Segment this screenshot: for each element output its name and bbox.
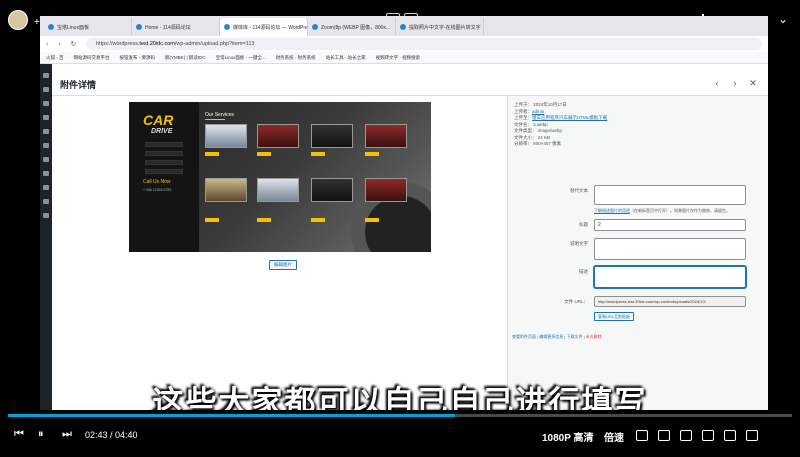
tab-strip: 宝塔Linux面板 Home - 114源码论坛 媒体库 - 114源码论坛 — W…: [40, 16, 768, 36]
address-bar-row: ‹ › ↻ https://wordpress. test.20idc.com/w…: [40, 36, 768, 52]
next-icon[interactable]: ⏭: [62, 428, 72, 441]
alt-help-text: （在新标签页中打开）。如果图片仅作为装饰，请留空。: [630, 208, 730, 213]
bookmark-item[interactable]: 火狐 - 百: [46, 55, 64, 61]
player-right-icons: [636, 428, 768, 446]
danmaku-icon[interactable]: [636, 430, 648, 441]
edit-image-button[interactable]: 编辑图片: [269, 260, 297, 270]
attachment-actions: 查看附件页面 | 编辑更多信息 | 下载文件 | 永久删除: [512, 334, 602, 339]
browser-window: 宝塔Linux面板 Home - 114源码论坛 媒体库 - 114源码论坛 — W…: [40, 16, 768, 410]
browser-tab[interactable]: Zoom(8p (WEBP 图像，800x...: [308, 18, 396, 36]
attachment-meta: 上传于： 2024年10月17日 上传者：admin 上传至：租车应用程序汽车展…: [514, 102, 607, 148]
description-field[interactable]: [594, 266, 746, 288]
preview-services-title: Our Services: [205, 112, 234, 118]
time-display: 02:43 / 04:40: [85, 430, 138, 440]
preview-call-title: Call Us Now: [143, 179, 171, 185]
widescreen-icon[interactable]: [724, 430, 736, 441]
preview-logo-car: CAR: [143, 112, 174, 128]
bookmark-item[interactable]: 视频转文字 - 视频搜索: [376, 55, 421, 61]
nav-buttons[interactable]: ‹ › ↻: [46, 40, 86, 48]
quality-selector[interactable]: 1080P 高清: [542, 429, 594, 444]
preview-services: Our Services: [199, 102, 431, 252]
tab-label: 宝塔Linux面板: [57, 24, 89, 31]
bookmark-item[interactable]: 宝塔Linux面板 - 一键全...: [216, 55, 266, 61]
bookmark-item[interactable]: 网站源码交易平台: [74, 55, 110, 61]
modal-controls: ‹ › ✕: [708, 78, 762, 89]
volume-icon[interactable]: [658, 430, 670, 441]
chevron-right-icon[interactable]: ›: [726, 78, 744, 88]
progress-bar[interactable]: [8, 414, 792, 417]
browser-tab[interactable]: 提取照片中文字-在线图片转文字: [396, 18, 484, 36]
title-label: 标题: [579, 222, 588, 227]
uploader-avatar[interactable]: [8, 10, 28, 30]
tab-favicon-icon: [400, 24, 406, 30]
bookmarks-bar: 火狐 - 百 网站源码交易平台 按钮发布 - 要源码 鹅(YMBK) | 鹅读IDC 宝…: [40, 52, 768, 64]
caption-field[interactable]: [594, 238, 746, 260]
wp-admin-sidebar: [40, 64, 52, 410]
preview-logo-drive: DRIVE: [151, 128, 173, 135]
previous-icon[interactable]: ⏮: [14, 428, 24, 441]
meta-uploaded-by-label: 上传者：: [514, 108, 532, 114]
attachment-settings-panel: 上传于： 2024年10月17日 上传者：admin 上传至：租车应用程序汽车展…: [507, 96, 768, 410]
meta-uploaded-to-label: 上传至：: [514, 115, 532, 120]
copy-url-button[interactable]: 复制URL至剪贴板: [594, 312, 635, 321]
bookmark-item[interactable]: 站长工具 - 站长之家: [326, 55, 366, 61]
browser-tab[interactable]: 宝塔Linux面板: [44, 18, 132, 36]
chevron-down-icon[interactable]: ⌄: [778, 12, 788, 26]
speed-selector[interactable]: 倍速: [604, 429, 624, 444]
download-file-link[interactable]: 下载文件: [567, 334, 583, 339]
tab-favicon-icon: [48, 24, 54, 30]
title-field[interactable]: 2: [594, 219, 746, 231]
tab-favicon-icon: [136, 24, 142, 30]
url-path: /wp-admin/upload.php?item=113: [174, 41, 255, 47]
tab-label: 提取照片中文字-在线图片转文字: [409, 24, 481, 31]
view-attachment-link[interactable]: 查看附件页面: [512, 334, 536, 339]
pause-icon[interactable]: ⏸: [38, 428, 44, 441]
browser-tab[interactable]: Home - 114源码论坛: [132, 18, 220, 36]
tab-label: Home - 114源码论坛: [145, 24, 191, 31]
progress-fill: [8, 414, 455, 417]
caption-label: 说明文字: [570, 241, 588, 246]
fullscreen-icon[interactable]: [746, 430, 758, 441]
tab-favicon-icon: [312, 24, 318, 30]
alt-text-help: 了解描述图片的用途（在新标签页中打开）。如果图片仅作为装饰，请留空。: [594, 208, 730, 214]
settings-icon[interactable]: [680, 430, 692, 441]
attachment-details-modal: 附件详情 ‹ › ✕ CAR DRIVE Call Us Now + 086 123…: [52, 74, 768, 410]
url-field[interactable]: https://wordpress. test.20idc.com/wp-admi…: [86, 38, 762, 50]
file-url-field[interactable]: http://wordpress.test.20idc.com/wp-conte…: [594, 296, 746, 307]
browser-tab[interactable]: 媒体库 - 114源码论坛 — WordPress: [220, 18, 308, 36]
preview-phone: + 086 12345 6789: [143, 188, 172, 192]
description-label: 描述: [579, 269, 588, 274]
attachment-preview-image: CAR DRIVE Call Us Now + 086 12345 6789 O…: [129, 102, 431, 252]
bookmark-item[interactable]: 按钮发布 - 要源码: [120, 55, 156, 61]
chevron-left-icon[interactable]: ‹: [708, 78, 726, 88]
pip-window-icon[interactable]: [702, 430, 714, 441]
close-icon[interactable]: ✕: [744, 78, 762, 89]
meta-uploaded-to-link[interactable]: 租车应用程序汽车展示HTML模板下载: [532, 115, 607, 120]
delete-permanently-link[interactable]: 永久删除: [586, 334, 602, 339]
url-host: test.20idc.com: [139, 41, 175, 47]
alt-text-field[interactable]: [594, 185, 746, 205]
tab-label: Zoom(8p (WEBP 图像，800x...: [321, 24, 391, 31]
edit-more-link[interactable]: 编辑更多信息: [539, 334, 563, 339]
alt-help-link[interactable]: 了解描述图片的用途: [594, 208, 630, 213]
video-player-controls: ⏮ ⏸ ⏭ 02:43 / 04:40 1080P 高清 倍速: [0, 410, 800, 457]
meta-uploaded-by-link[interactable]: admin: [532, 109, 544, 114]
modal-header: 附件详情: [52, 74, 768, 96]
url-prefix: https://wordpress.: [96, 41, 140, 47]
modal-title: 附件详情: [60, 80, 97, 90]
alt-text-label: 替代文本: [570, 188, 588, 193]
bookmark-item[interactable]: 财务系统 - 财务系统: [276, 55, 316, 61]
meta-dimensions: 分辨率： 800×457 像素: [514, 141, 562, 146]
file-url-label: 文件 URL：: [564, 299, 588, 304]
bookmark-item[interactable]: 鹅(YMBK) | 鹅读IDC: [165, 55, 206, 61]
tab-favicon-icon: [224, 24, 230, 30]
preview-sidebar: CAR DRIVE Call Us Now + 086 12345 6789: [129, 102, 199, 252]
tab-label: 媒体库 - 114源码论坛 — WordPress: [233, 24, 308, 31]
